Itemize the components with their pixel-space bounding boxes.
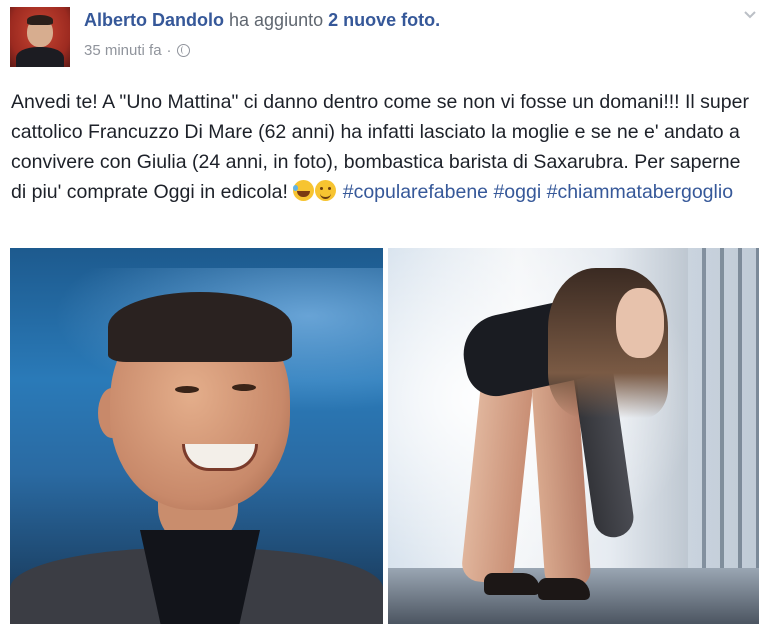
meta-separator: · <box>166 42 172 59</box>
post-header: Alberto Dandolo ha aggiunto 2 nuove foto… <box>84 10 440 31</box>
author-name-link[interactable]: Alberto Dandolo <box>84 10 224 30</box>
post-action-text: ha aggiunto <box>229 10 324 30</box>
facebook-post: Alberto Dandolo ha aggiunto 2 nuove foto… <box>0 0 767 630</box>
hashtag-link[interactable]: #chiammatabergoglio <box>547 181 733 203</box>
photo-woman-posing[interactable] <box>388 248 759 624</box>
laughing-tears-emoji-icon <box>293 180 315 201</box>
author-avatar[interactable] <box>10 7 70 67</box>
post-meta: 35 minuti fa · <box>84 42 190 59</box>
globe-icon[interactable] <box>176 44 190 57</box>
chevron-down-icon[interactable] <box>743 8 757 22</box>
post-timestamp[interactable]: 35 minuti fa <box>84 42 162 59</box>
hashtag-link[interactable]: #oggi <box>493 181 541 203</box>
post-body-text: Anvedi te! A "Uno Mattina" ci danno dent… <box>11 87 761 207</box>
photo-man-smiling[interactable] <box>10 248 383 624</box>
new-photos-link[interactable]: 2 nuove foto. <box>328 10 440 30</box>
wink-emoji-icon <box>315 180 337 201</box>
hashtag-link[interactable]: #copularefabene <box>343 181 488 203</box>
